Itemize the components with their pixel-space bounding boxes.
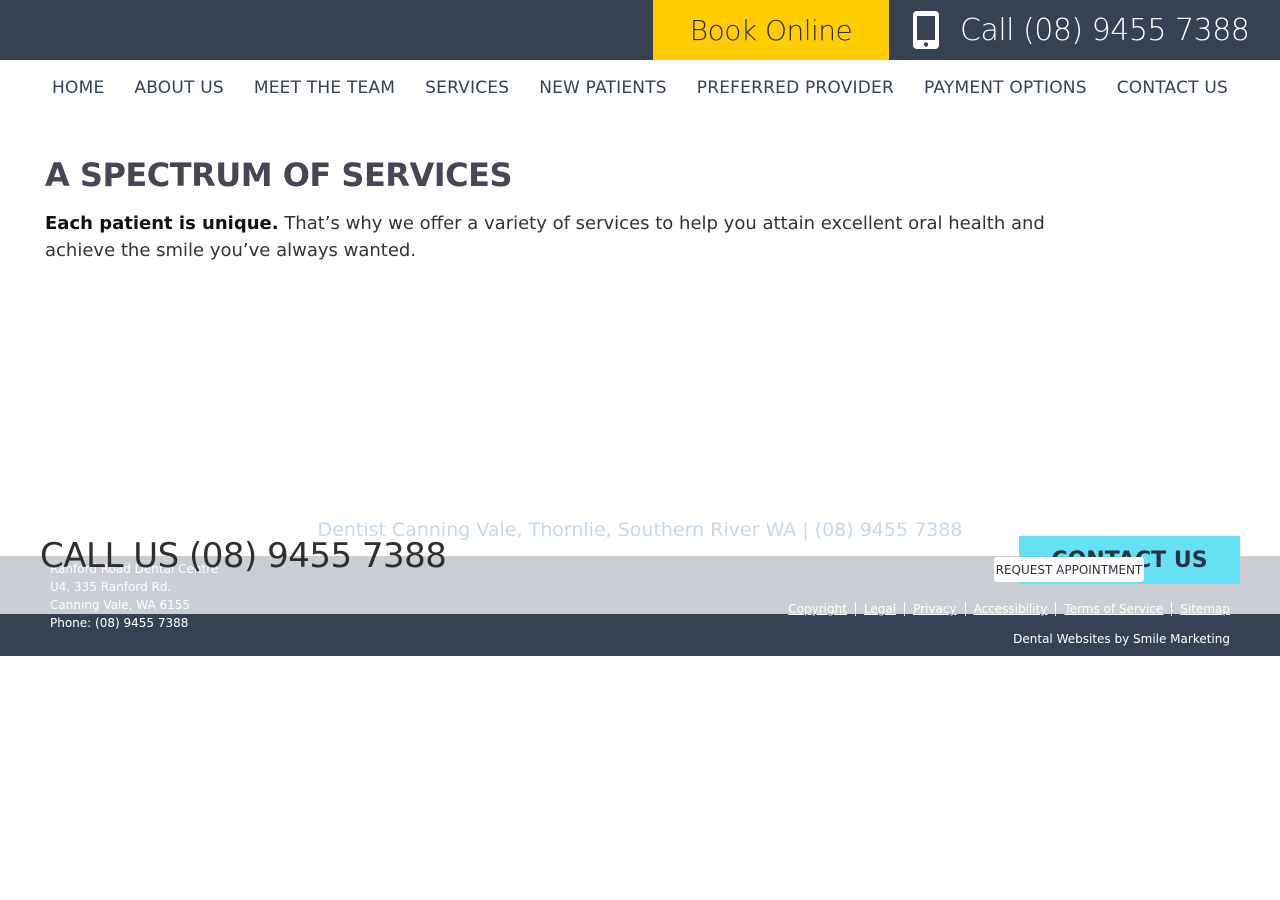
address-phone[interactable]: Phone: (08) 9455 7388 xyxy=(50,614,218,632)
nav-item-new-patients[interactable]: NEW PATIENTS xyxy=(539,78,667,98)
site-credit[interactable]: Dental Websites by Smile Marketing xyxy=(1013,632,1230,646)
link-copyright[interactable]: Copyright xyxy=(780,602,855,616)
link-terms-of-service[interactable]: Terms of Service xyxy=(1055,602,1171,616)
nav-item-about-us[interactable]: ABOUT US xyxy=(134,78,223,98)
call-us-heading[interactable]: CALL US (08) 9455 7388 xyxy=(40,536,447,576)
link-privacy[interactable]: Privacy xyxy=(904,602,964,616)
main-nav: HOME ABOUT US MEET THE TEAM SERVICES NEW… xyxy=(0,60,1280,116)
legal-links: Copyright Legal Privacy Accessibility Te… xyxy=(780,602,1230,616)
nav-item-home[interactable]: HOME xyxy=(52,78,104,98)
nav-item-payment-options[interactable]: PAYMENT OPTIONS xyxy=(924,78,1087,98)
top-bar: Book Online Call (08) 9455 7388 xyxy=(0,0,1280,60)
call-phone-text: Call (08) 9455 7388 xyxy=(960,12,1250,48)
book-online-button[interactable]: Book Online xyxy=(653,0,889,60)
nav-item-services[interactable]: SERVICES xyxy=(425,78,509,98)
address-suburb: Canning Vale, WA 6155 xyxy=(50,598,191,612)
mobile-phone-icon xyxy=(913,11,939,49)
page-title: A SPECTRUM OF SERVICES xyxy=(45,156,513,194)
request-appointment-button[interactable]: REQUEST APPOINTMENT xyxy=(994,557,1144,582)
address-street: U4, 335 Ranford Rd. xyxy=(50,580,172,594)
link-sitemap[interactable]: Sitemap xyxy=(1171,602,1230,616)
nav-item-meet-the-team[interactable]: MEET THE TEAM xyxy=(254,78,395,98)
intro-paragraph: Each patient is unique. That’s why we of… xyxy=(45,210,1055,264)
nav-item-preferred-provider[interactable]: PREFERRED PROVIDER xyxy=(697,78,894,98)
link-legal[interactable]: Legal xyxy=(854,602,904,616)
call-link[interactable]: Call (08) 9455 7388 xyxy=(912,0,1250,60)
nav-item-contact-us[interactable]: CONTACT US xyxy=(1117,78,1228,98)
intro-bold-text: Each patient is unique. xyxy=(45,213,279,234)
link-accessibility[interactable]: Accessibility xyxy=(964,602,1056,616)
